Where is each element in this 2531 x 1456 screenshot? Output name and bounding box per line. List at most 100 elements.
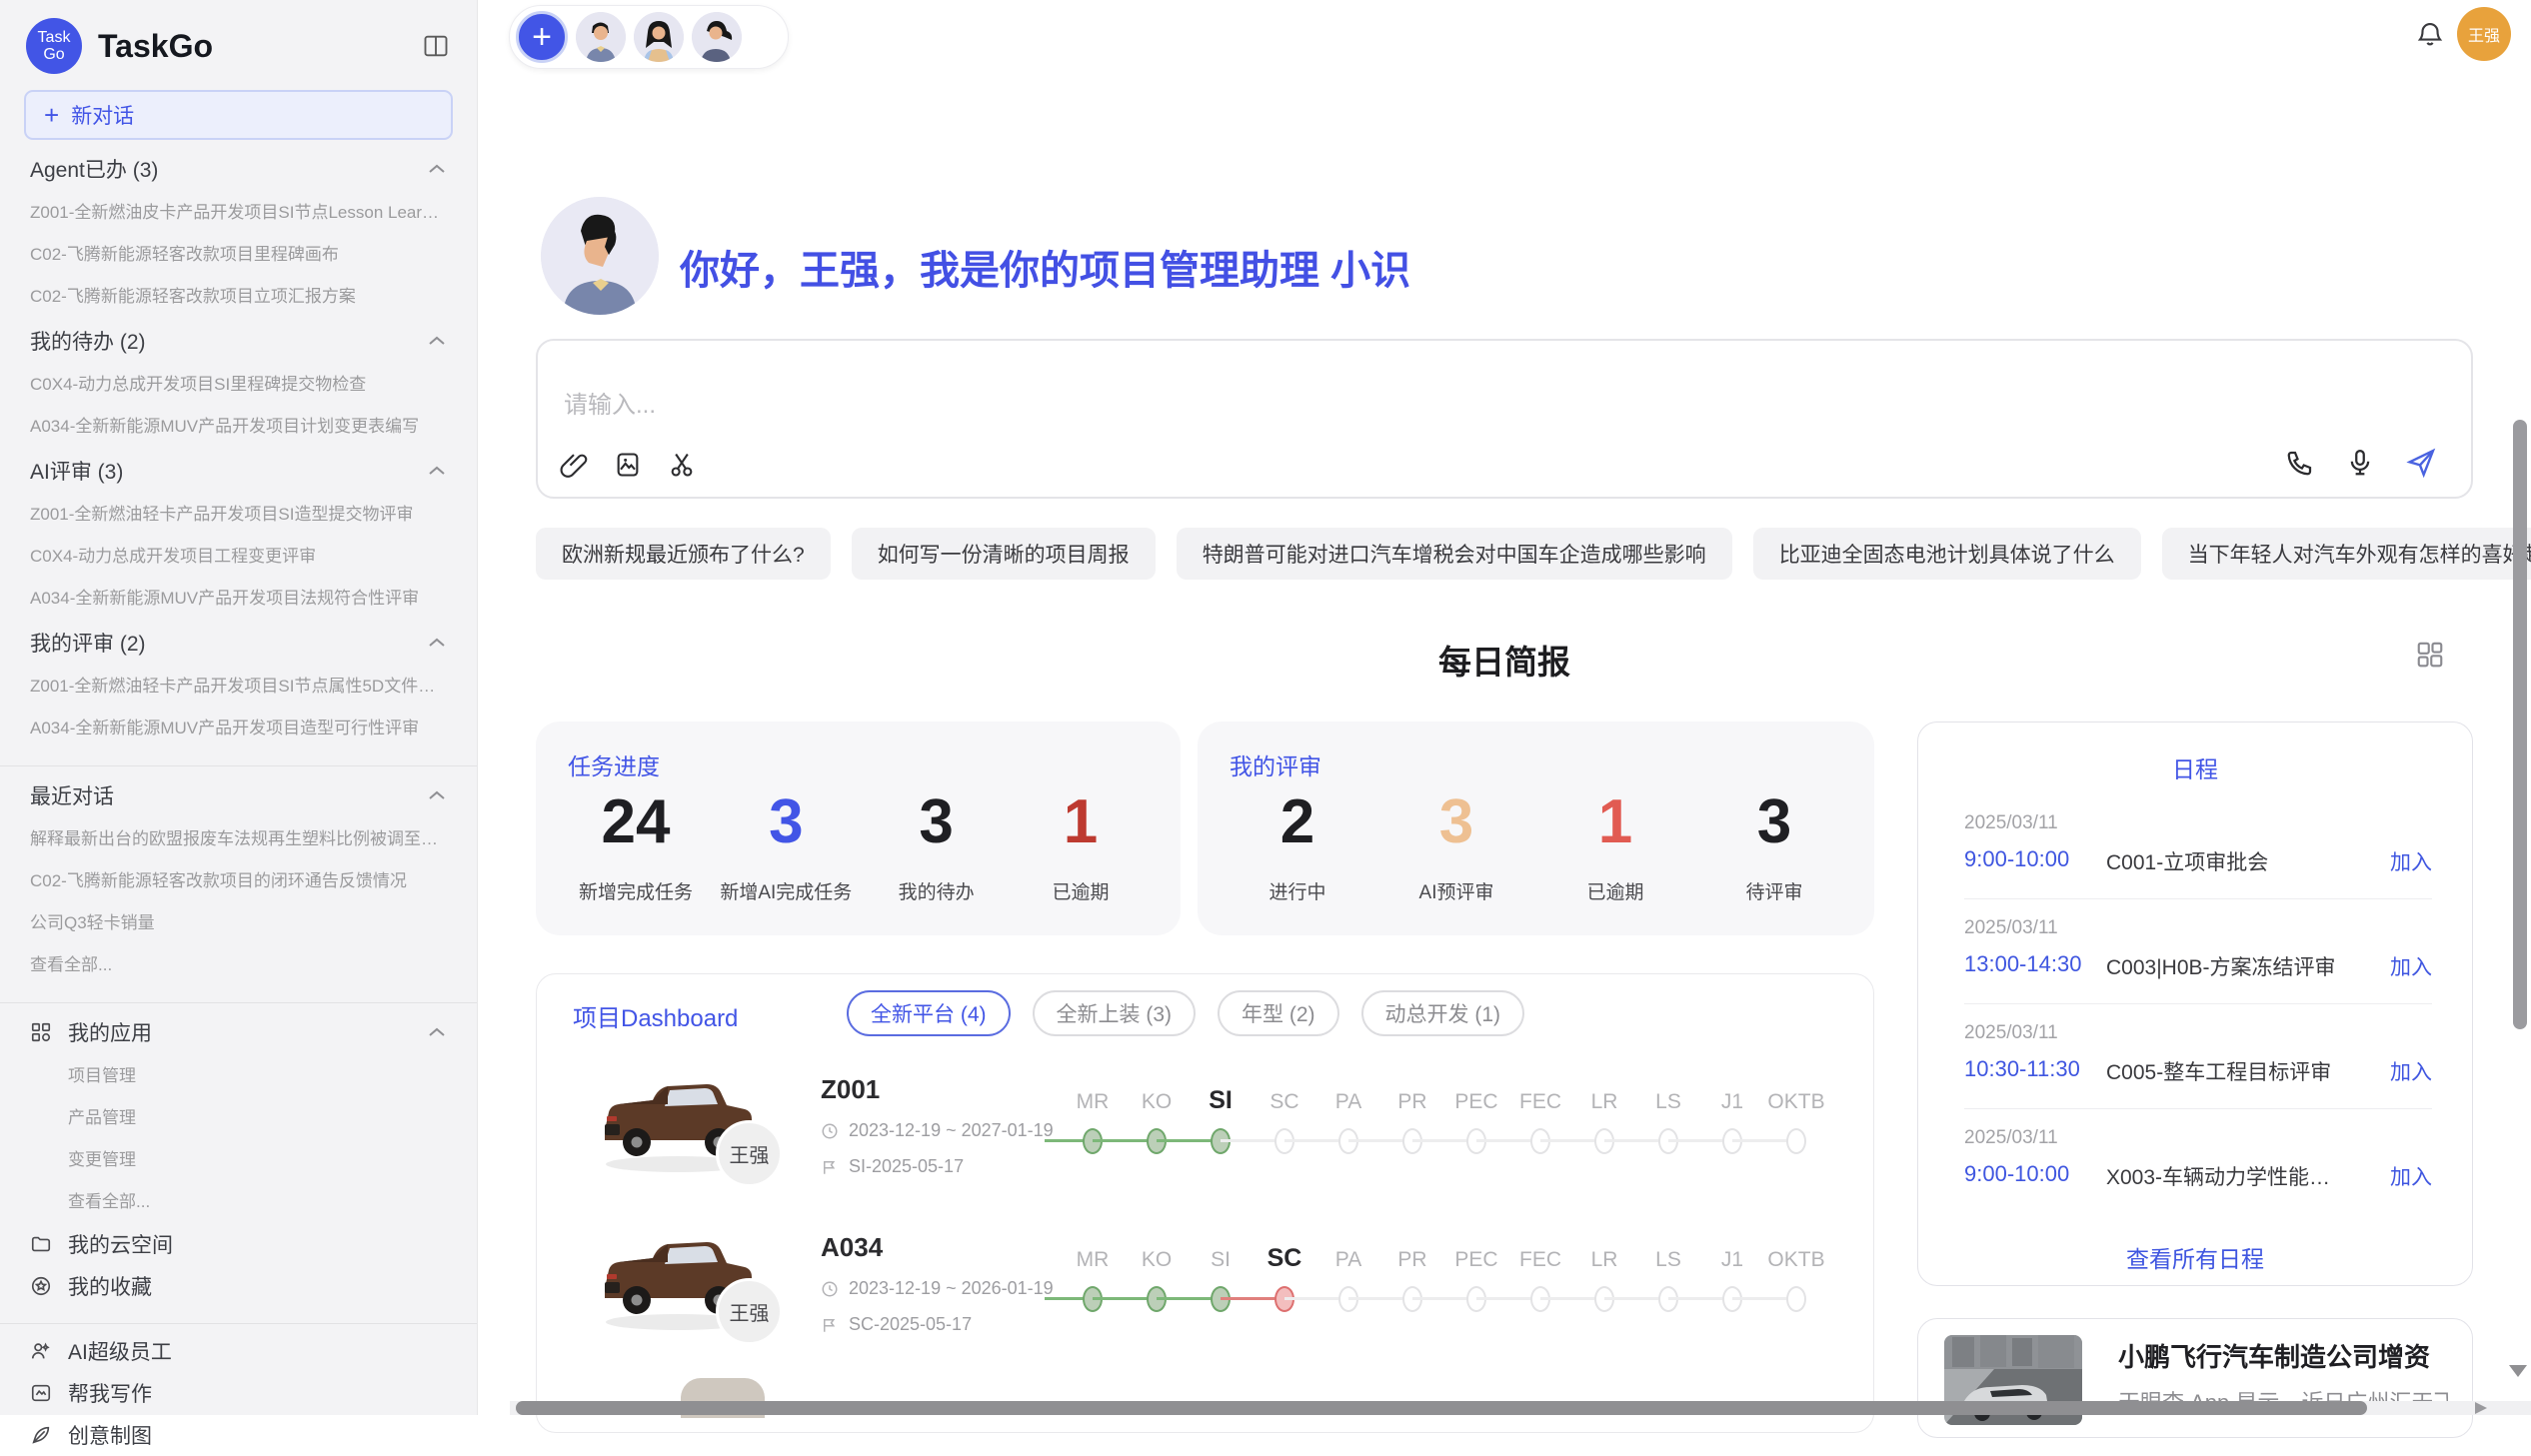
briefing-layout-icon[interactable] [2415,640,2445,670]
section-my-apps[interactable]: 我的应用 [30,1009,447,1055]
plus-icon: + [44,102,59,128]
list-item[interactable]: Z001-全新燃油轻卡产品开发项目SI造型提交物评审 [30,494,447,536]
list-item[interactable]: A034-全新新能源MUV产品开发项目造型可行性评审 [30,708,447,749]
project-row[interactable]: 王强 A034 2023-12-19 ~ 2026-01-19 SC-2025-… [537,1218,1873,1376]
send-icon[interactable] [2405,447,2437,479]
dashboard-tabs: 全新平台 (4) 全新上装 (3) 年型 (2) 动总开发 (1) [847,990,1524,1036]
section-ai-review[interactable]: AI评审 (3) [30,448,447,494]
agent-avatar[interactable] [576,12,626,62]
image-icon[interactable] [614,451,642,479]
project-date-range: 2023-12-19 ~ 2026-01-19 [849,1278,1054,1299]
suggestion-chip[interactable]: 如何写一份清晰的项目周报 [852,528,1156,580]
view-all-chats[interactable]: 查看全部... [30,944,447,986]
logo-text-bottom: Go [43,46,64,63]
schedule-card: 日程 2025/03/11 9:00-10:00 C001-立项审批会 加入 2… [1917,722,2473,1286]
list-item[interactable]: 解释最新出台的欧盟报废车法规再生塑料比例被调至15%... [30,818,447,860]
assistant-avatar [541,197,659,315]
view-all-apps[interactable]: 查看全部... [30,1181,447,1223]
list-item[interactable]: C0X4-动力总成开发项目SI里程碑提交物检查 [30,364,447,406]
image-pen-icon [30,1382,52,1404]
project-date-range: 2023-12-19 ~ 2027-01-19 [849,1120,1054,1141]
sidebar-item-project-mgmt[interactable]: 项目管理 [30,1055,447,1097]
vertical-scrollbar-thumb[interactable] [2513,420,2527,1029]
task-progress-card: 任务进度 24 新增完成任务 3 新增AI完成任务 3 我的待办 1 已逾期 [536,722,1181,935]
new-chat-button[interactable]: + 新对话 [24,90,453,140]
milestone-dot[interactable] [1786,1128,1806,1154]
list-item[interactable]: C02-飞腾新能源轻客改款项目的闭环通告反馈情况 [30,860,447,902]
join-link[interactable]: 加入 [2390,1161,2432,1191]
chevron-up-icon[interactable] [427,788,447,802]
tab-new-platform[interactable]: 全新平台 (4) [847,990,1011,1036]
tab-year-model[interactable]: 年型 (2) [1218,990,1339,1036]
new-chat-label: 新对话 [71,100,134,130]
paperclip-icon[interactable] [560,451,588,479]
chevron-up-icon[interactable] [427,636,447,650]
project-row[interactable]: 王强 Z001 2023-12-19 ~ 2027-01-19 SI-2025-… [537,1060,1873,1218]
phone-icon[interactable] [2285,448,2315,478]
sidebar-item-ai-super-staff[interactable]: AI超级员工 [30,1330,447,1372]
news-title: 小鹏飞行汽车制造公司增资 [2118,1337,2430,1374]
chevron-up-icon[interactable] [427,334,447,348]
stat-my-todo: 3 我的待办 [877,783,997,904]
flag-icon [821,1316,839,1334]
horizontal-scrollbar-thumb[interactable] [516,1401,2367,1415]
add-agent-button[interactable]: + [516,11,568,63]
sidebar-item-favorites[interactable]: 我的收藏 [30,1265,447,1307]
milestone-label: OKTB [1756,1248,1836,1272]
horizontal-scrollbar[interactable] [510,1401,2531,1415]
schedule-event: 2025/03/11 9:00-10:00 X003-车辆动力学性能验... 加… [1964,1109,2432,1213]
suggestion-chip[interactable]: 特朗普可能对进口汽车增税会对中国车企造成哪些影响 [1177,528,1732,580]
list-item[interactable]: A034-全新新能源MUV产品开发项目法规符合性评审 [30,578,447,620]
schedule-title: 日程 [1918,750,2472,784]
list-item[interactable]: 公司Q3轻卡销量 [30,902,447,944]
sidebar-item-change-mgmt[interactable]: 变更管理 [30,1139,447,1181]
collapse-sidebar-icon[interactable] [421,32,451,60]
sidebar-item-creative-drawing[interactable]: 创意制图 [30,1414,447,1456]
suggestion-chip[interactable]: 比亚迪全固态电池计划具体说了什么 [1753,528,2141,580]
stat-review-overdue: 1 已逾期 [1555,783,1675,904]
suggestion-chip[interactable]: 当下年轻人对汽车外观有怎样的喜好趋势 [2162,528,2531,580]
section-agent-done[interactable]: Agent已办 (3) [30,146,447,192]
agent-avatar[interactable] [634,12,684,62]
section-my-todo[interactable]: 我的待办 (2) [30,318,447,364]
list-item[interactable]: A034-全新新能源MUV产品开发项目计划变更表编写 [30,406,447,448]
scissors-icon[interactable] [668,451,696,479]
section-my-review[interactable]: 我的评审 (2) [30,620,447,666]
scroll-down-arrow-icon[interactable] [2509,1365,2527,1377]
list-item[interactable]: C02-飞腾新能源轻客改款项目里程碑画布 [30,234,447,276]
milestone-dot[interactable] [1786,1286,1806,1312]
divider [0,1323,477,1324]
chevron-up-icon[interactable] [427,464,447,478]
microphone-icon[interactable] [2345,448,2375,478]
event-time: 9:00-10:00 [1964,1161,2069,1187]
join-link[interactable]: 加入 [2390,951,2432,981]
list-item[interactable]: C02-飞腾新能源轻客改款项目立项汇报方案 [30,276,447,318]
list-item[interactable]: Z001-全新燃油轻卡产品开发项目SI节点属性5D文件评审 [30,666,447,708]
scroll-right-arrow-icon[interactable] [2475,1402,2487,1414]
agent-avatar[interactable] [692,12,742,62]
stat-ai-pre-review: 3 AI预评审 [1396,783,1516,904]
event-name: X003-车辆动力学性能验... [2106,1161,2346,1191]
list-item[interactable]: C0X4-动力总成开发项目工程变更评审 [30,536,447,578]
event-date: 2025/03/11 [1964,812,2058,834]
tab-new-body[interactable]: 全新上装 (3) [1033,990,1197,1036]
sidebar-item-write-for-me[interactable]: 帮我写作 [30,1372,447,1414]
user-avatar[interactable]: 王强 [2457,7,2511,61]
event-date: 2025/03/11 [1964,1127,2058,1149]
notification-bell-icon[interactable] [2415,18,2445,50]
section-recent-chats[interactable]: 最近对话 [30,772,447,818]
news-card[interactable]: 小鹏飞行汽车制造公司增资 天眼查 App 显示，近日广州汇天飞行汽... [1917,1318,2473,1438]
list-item[interactable]: Z001-全新燃油皮卡产品开发项目SI节点Lesson Learn报告 [30,192,447,234]
event-time: 13:00-14:30 [1964,951,2081,977]
chevron-up-icon[interactable] [427,1025,447,1039]
chevron-up-icon[interactable] [427,162,447,176]
sidebar-item-cloud-space[interactable]: 我的云空间 [30,1223,447,1265]
chat-composer[interactable]: 请输入... [536,339,2473,499]
suggestion-chip[interactable]: 欧洲新规最近颁布了什么? [536,528,831,580]
project-code: Z001 [821,1074,880,1105]
sidebar-item-product-mgmt[interactable]: 产品管理 [30,1097,447,1139]
tab-powertrain[interactable]: 动总开发 (1) [1361,990,1525,1036]
view-all-schedule-link[interactable]: 查看所有日程 [1918,1240,2472,1274]
join-link[interactable]: 加入 [2390,846,2432,876]
join-link[interactable]: 加入 [2390,1056,2432,1086]
